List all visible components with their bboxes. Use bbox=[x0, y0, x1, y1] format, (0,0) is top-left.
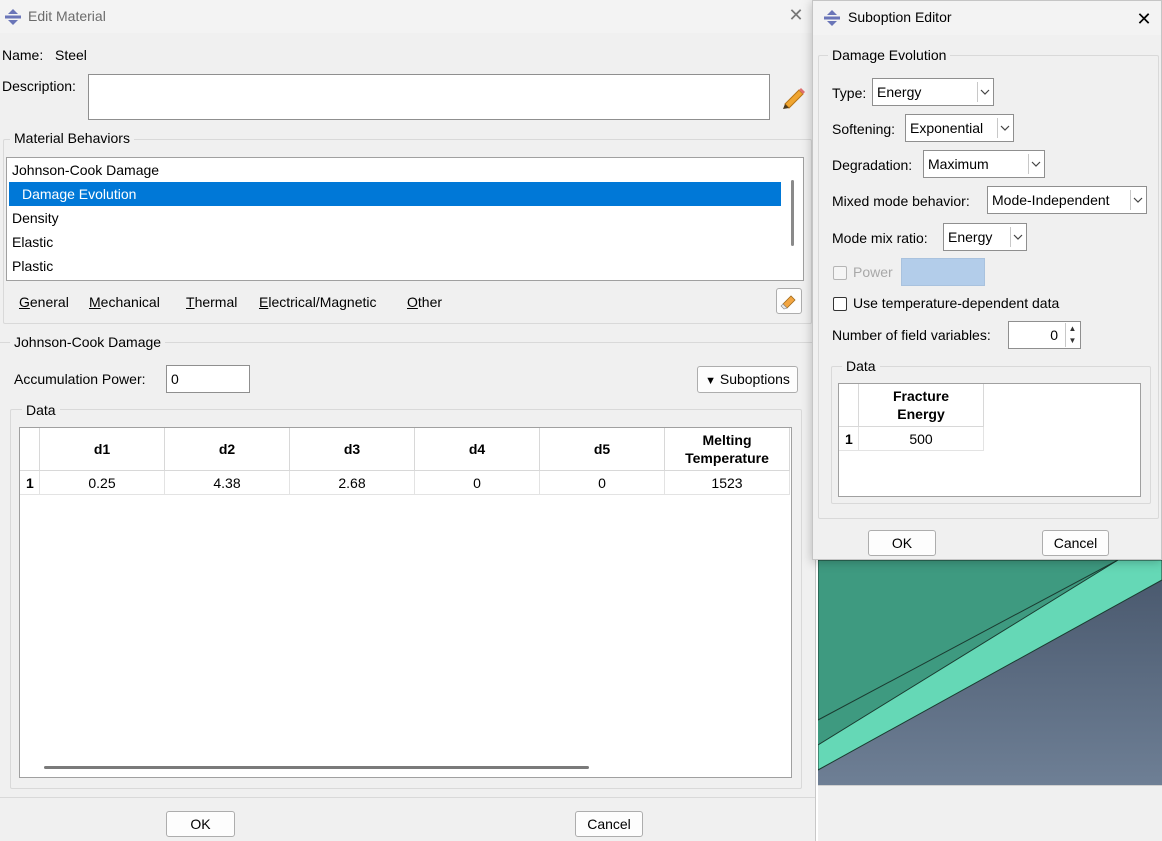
list-item[interactable]: Plastic bbox=[12, 254, 53, 278]
column-header[interactable]: d3 bbox=[290, 428, 415, 471]
description-label: Description: bbox=[2, 78, 76, 94]
cancel-button[interactable]: Cancel bbox=[1042, 530, 1109, 556]
table-cell[interactable]: 4.38 bbox=[165, 471, 290, 495]
field-variables-label: Number of field variables: bbox=[832, 327, 991, 343]
softening-select[interactable]: Exponential bbox=[905, 114, 1014, 142]
list-item[interactable]: Density bbox=[12, 206, 59, 230]
chevron-down-icon bbox=[1010, 227, 1025, 247]
power-input[interactable] bbox=[901, 258, 985, 286]
accumulation-power-label: Accumulation Power: bbox=[14, 371, 146, 387]
table-cell[interactable]: 2.68 bbox=[290, 471, 415, 495]
column-header[interactable]: d2 bbox=[165, 428, 290, 471]
suboption-data-title: Data bbox=[842, 358, 880, 374]
cancel-button[interactable]: Cancel bbox=[575, 811, 643, 837]
part-geometry bbox=[818, 560, 1162, 785]
suboptions-button[interactable]: ▼ Suboptions bbox=[697, 366, 798, 393]
menu-other[interactable]: Other bbox=[407, 294, 442, 310]
list-scrollbar[interactable] bbox=[791, 180, 794, 246]
degradation-label: Degradation: bbox=[832, 157, 913, 173]
damage-evolution-title: Damage Evolution bbox=[828, 47, 951, 63]
table-cell[interactable]: 1523 bbox=[665, 471, 790, 495]
edit-material-window: Edit Material ✕ Name: Steel Description:… bbox=[0, 0, 816, 841]
menu-mechanical[interactable]: Mechanical bbox=[89, 294, 160, 310]
triangle-down-icon: ▼ bbox=[705, 375, 716, 387]
power-checkbox[interactable] bbox=[833, 266, 847, 280]
row-number[interactable]: 1 bbox=[20, 471, 40, 495]
temperature-dependent-checkbox[interactable] bbox=[833, 297, 847, 311]
temperature-dependent-label: Use temperature-dependent data bbox=[853, 295, 1060, 311]
corner-cell bbox=[20, 428, 40, 471]
row-number[interactable]: 1 bbox=[839, 427, 859, 451]
chevron-down-icon bbox=[977, 82, 992, 102]
window-title: Edit Material bbox=[28, 8, 106, 24]
list-item[interactable]: Johnson-Cook Damage bbox=[12, 158, 159, 182]
suboption-data-table[interactable]: Fracture Energy 1 500 bbox=[838, 383, 1141, 497]
menu-general[interactable]: General bbox=[19, 294, 69, 310]
section-title: Johnson-Cook Damage bbox=[10, 334, 166, 350]
mixed-mode-select[interactable]: Mode-Independent bbox=[987, 186, 1147, 214]
close-icon[interactable]: ✕ bbox=[1134, 9, 1154, 29]
horizontal-scrollbar[interactable] bbox=[44, 766, 589, 769]
description-input[interactable] bbox=[88, 74, 770, 120]
degradation-select[interactable]: Maximum bbox=[923, 150, 1045, 178]
softening-label: Softening: bbox=[832, 121, 896, 137]
data-table[interactable]: d1 d2 d3 d4 d5 Melting Temperature 1 0.2… bbox=[19, 427, 792, 778]
power-label: Power bbox=[853, 264, 893, 280]
ok-button[interactable]: OK bbox=[166, 811, 235, 837]
mode-mix-select[interactable]: Energy bbox=[943, 223, 1027, 251]
type-select[interactable]: Energy bbox=[872, 78, 994, 106]
corner-cell bbox=[839, 384, 859, 427]
table-cell[interactable]: 0.25 bbox=[40, 471, 165, 495]
pencil-icon[interactable] bbox=[781, 84, 807, 110]
column-header[interactable]: d5 bbox=[540, 428, 665, 471]
table-cell[interactable]: 0 bbox=[540, 471, 665, 495]
menu-electrical-magnetic[interactable]: Electrical/Magnetic bbox=[259, 294, 377, 310]
type-label: Type: bbox=[832, 85, 867, 101]
ok-button[interactable]: OK bbox=[868, 530, 936, 556]
mixed-mode-label: Mixed mode behavior: bbox=[832, 193, 970, 209]
app-logo-icon bbox=[5, 9, 21, 25]
close-icon[interactable]: ✕ bbox=[786, 5, 806, 25]
material-behaviors-title: Material Behaviors bbox=[10, 130, 134, 146]
name-label: Name: bbox=[2, 47, 44, 63]
table-cell[interactable]: 500 bbox=[859, 427, 984, 451]
column-header[interactable]: d4 bbox=[415, 428, 540, 471]
chevron-down-icon bbox=[997, 118, 1012, 138]
spinner-arrows-icon[interactable]: ▲ ▼ bbox=[1065, 323, 1079, 347]
chevron-down-icon bbox=[1028, 154, 1043, 174]
edit-material-titlebar[interactable]: Edit Material ✕ bbox=[0, 0, 815, 33]
accumulation-power-input[interactable]: 0 bbox=[166, 365, 250, 393]
column-header[interactable]: Melting Temperature bbox=[665, 428, 790, 471]
behaviors-list[interactable]: Johnson-Cook Damage Damage Evolution Den… bbox=[6, 157, 804, 281]
window-title: Suboption Editor bbox=[848, 9, 952, 25]
footer-divider bbox=[0, 797, 815, 798]
suboption-titlebar[interactable]: Suboption Editor ✕ bbox=[813, 1, 1161, 35]
data-group-title: Data bbox=[22, 402, 60, 418]
suboption-editor-window: Suboption Editor ✕ Damage Evolution Type… bbox=[812, 0, 1162, 560]
eraser-icon bbox=[780, 295, 796, 310]
chevron-down-icon bbox=[1130, 190, 1145, 210]
app-logo-icon bbox=[824, 10, 840, 26]
viewport-status-area bbox=[818, 785, 1162, 841]
column-header[interactable]: Fracture Energy bbox=[859, 384, 984, 427]
menu-thermal[interactable]: Thermal bbox=[186, 294, 237, 310]
viewport-3d[interactable] bbox=[818, 560, 1162, 785]
eraser-button[interactable] bbox=[776, 288, 802, 314]
table-cell[interactable]: 0 bbox=[415, 471, 540, 495]
list-item-selected[interactable]: Damage Evolution bbox=[9, 182, 781, 206]
mode-mix-label: Mode mix ratio: bbox=[832, 230, 928, 246]
list-item[interactable]: Elastic bbox=[12, 230, 53, 254]
column-header[interactable]: d1 bbox=[40, 428, 165, 471]
name-value: Steel bbox=[55, 47, 87, 63]
